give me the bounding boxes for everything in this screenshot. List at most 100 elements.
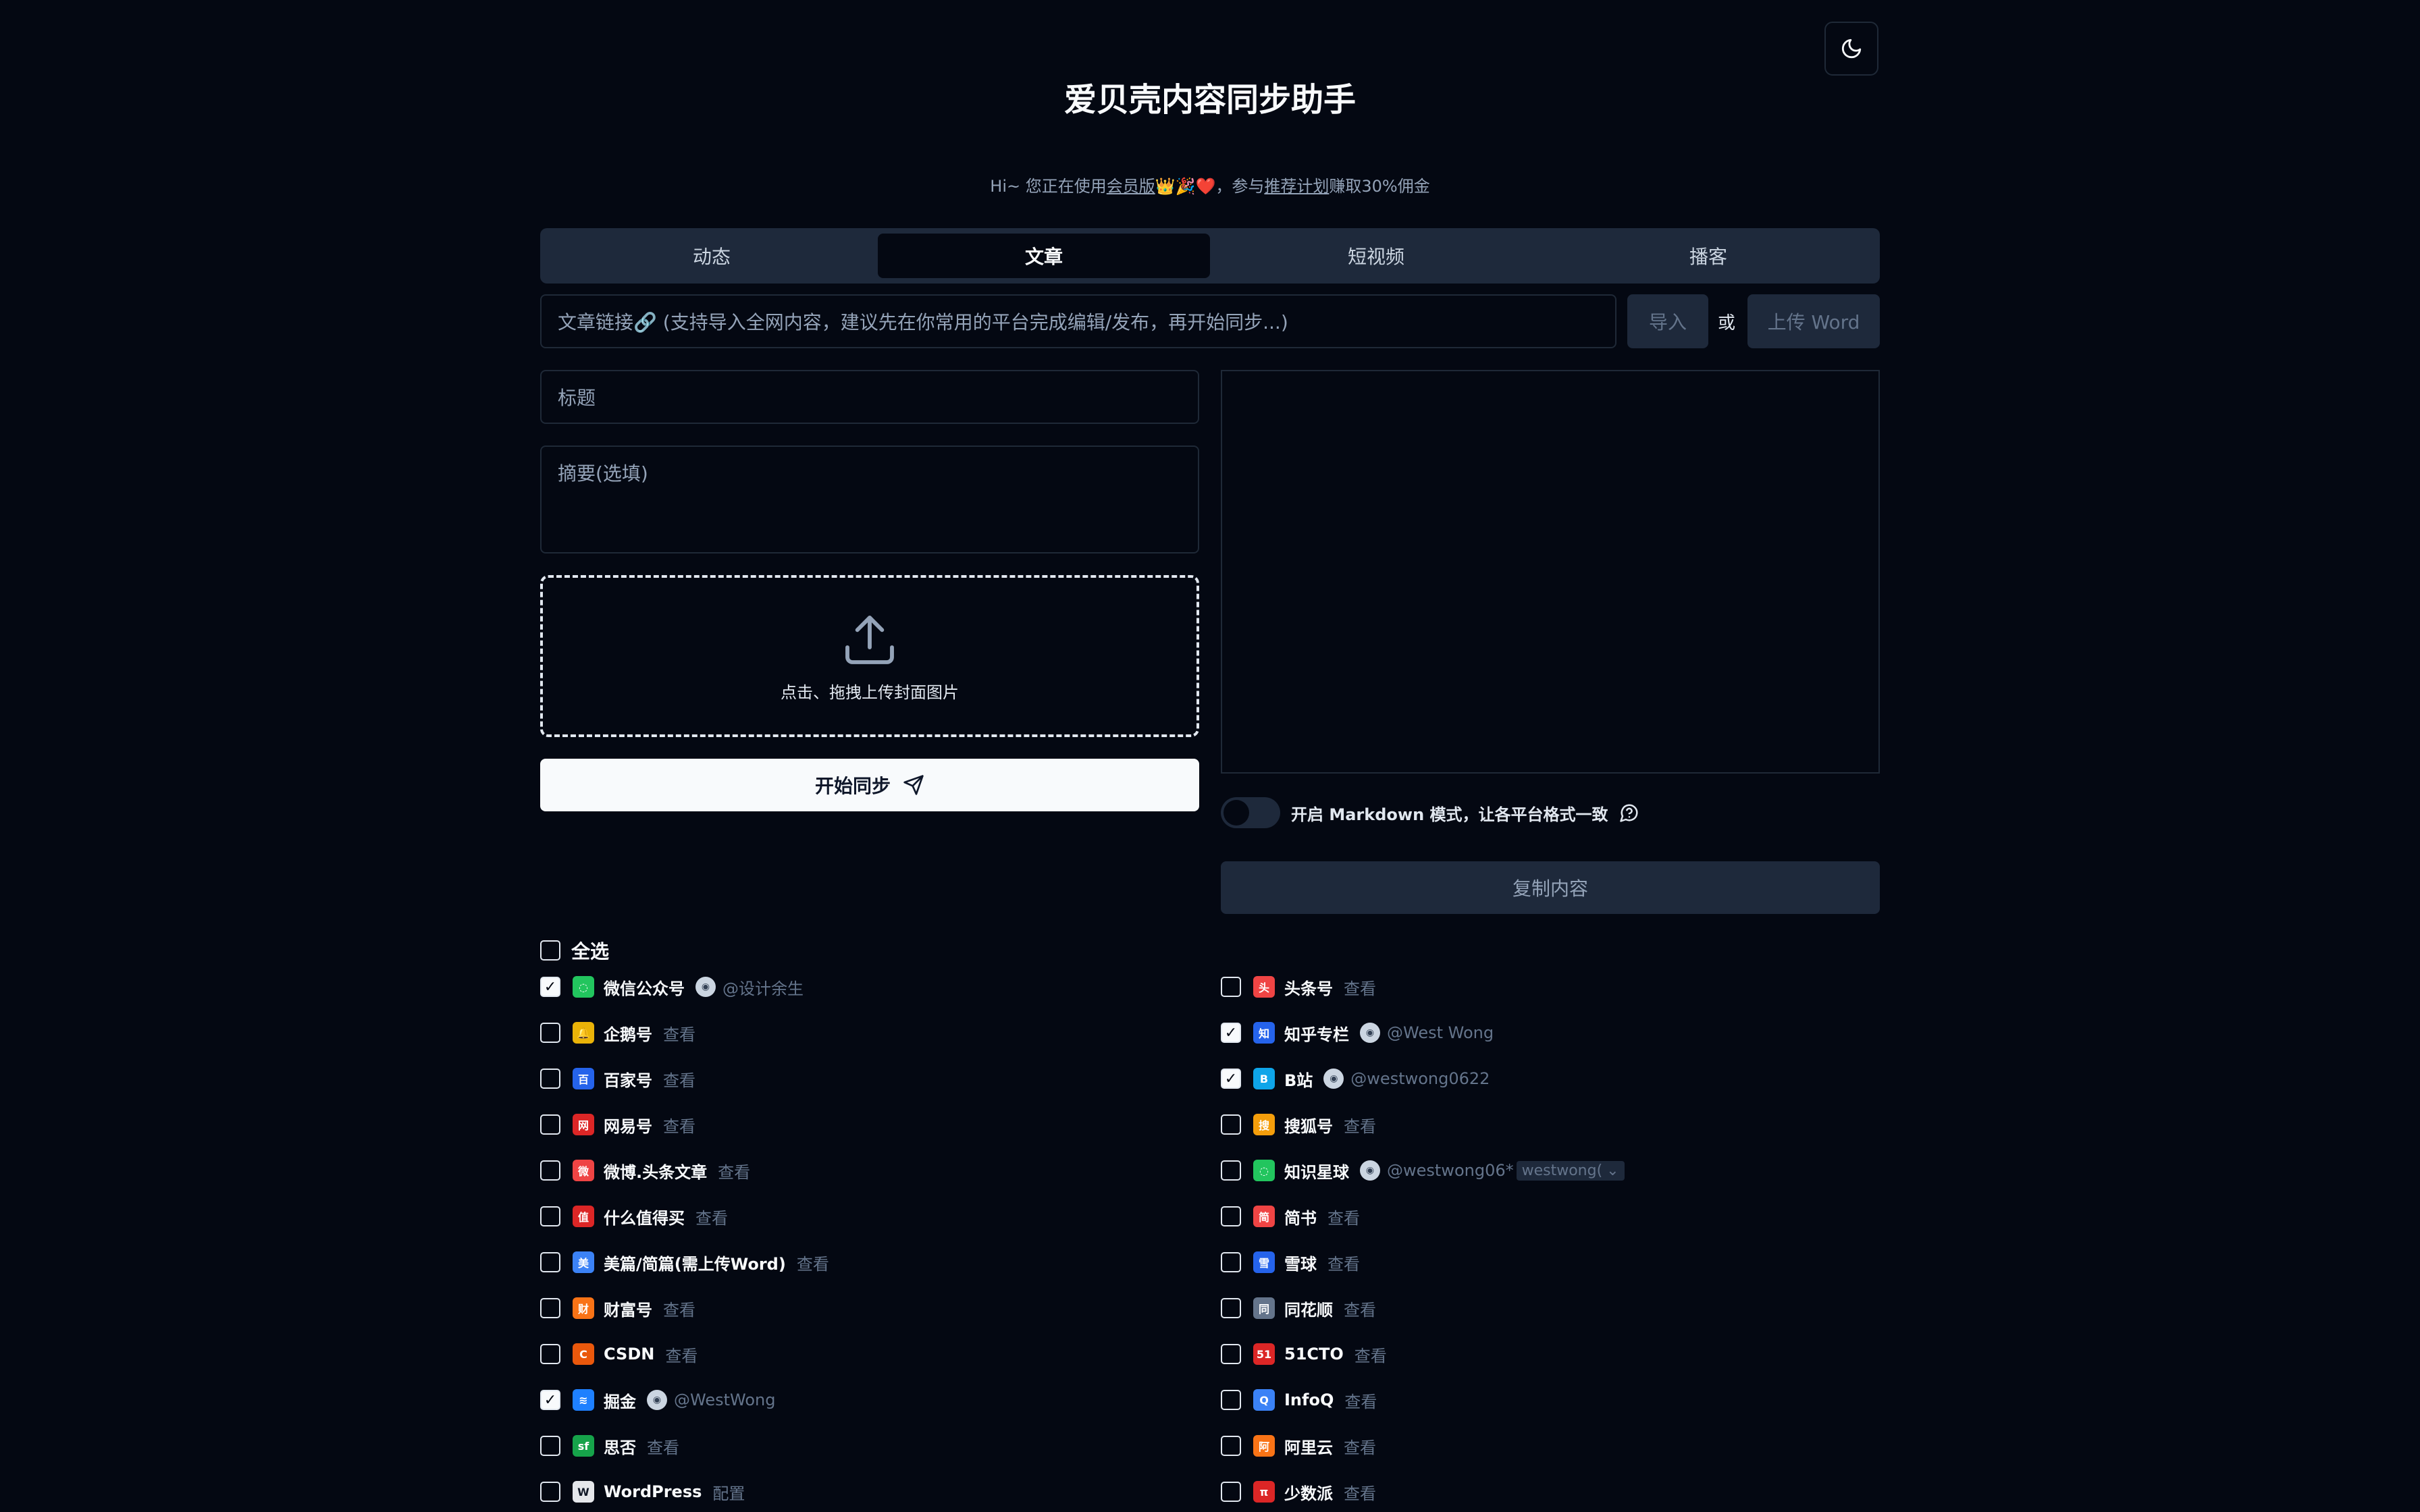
platform-checkbox[interactable] [1221, 1114, 1241, 1135]
article-url-input[interactable]: 文章链接🔗 (支持导入全网内容，建议先在你常用的平台完成编辑/发布，再开始同步.… [540, 294, 1616, 348]
platform-row[interactable]: 阿阿里云 查看 [1221, 1423, 1883, 1469]
platform-row[interactable]: ✓ 知知乎专栏 ◉ @West Wong [1221, 1010, 1883, 1056]
platform-checkbox[interactable] [540, 1069, 560, 1089]
platform-logo-icon: 值 [573, 1206, 594, 1227]
platform-row[interactable]: π 少数派 查看 [1221, 1469, 1883, 1512]
platform-checkbox[interactable] [1221, 1390, 1241, 1410]
platform-action-link[interactable]: 查看 [1327, 1205, 1360, 1228]
start-sync-button[interactable]: 开始同步 [540, 759, 1199, 811]
platform-action-link[interactable]: 查看 [1354, 1343, 1387, 1366]
tab-short-video[interactable]: 短视频 [1210, 234, 1542, 278]
cover-upload-dropzone[interactable]: 点击、拖拽上传封面图片 [540, 575, 1199, 737]
platform-row[interactable]: ◌ 知识星球 ◉ @westwong06* westwong(⌄ [1221, 1148, 1883, 1193]
content-type-tabs: 动态 文章 短视频 播客 [540, 228, 1880, 284]
platform-row[interactable]: C CSDN 查看 [540, 1331, 1202, 1377]
account-select[interactable]: westwong(⌄ [1516, 1160, 1625, 1181]
platform-action-link[interactable]: 查看 [797, 1251, 829, 1274]
platform-checkbox[interactable] [540, 1436, 560, 1456]
platform-row[interactable]: ✓ ◌ 微信公众号 ◉ @设计余生 [540, 964, 1202, 1010]
upload-word-button[interactable]: 上传 Word [1747, 294, 1880, 348]
platform-action-link[interactable]: 查看 [665, 1343, 698, 1366]
platform-row[interactable]: W WordPress 配置 [540, 1469, 1202, 1512]
platform-row[interactable]: 同同花顺 查看 [1221, 1285, 1883, 1331]
platform-row[interactable]: sf 思否 查看 [540, 1423, 1202, 1469]
theme-toggle-button[interactable] [1824, 22, 1878, 76]
tab-dynamic[interactable]: 动态 [546, 234, 878, 278]
platform-row[interactable]: 值什么值得买 查看 [540, 1193, 1202, 1239]
platform-action-link[interactable]: 查看 [647, 1434, 679, 1458]
platform-action-link[interactable]: 查看 [1344, 1388, 1377, 1412]
platform-checkbox[interactable] [1221, 1436, 1241, 1456]
platform-checkbox[interactable] [1221, 1252, 1241, 1272]
summary-textarea[interactable]: 摘要(选填) [540, 446, 1199, 554]
platform-row[interactable]: 网网易号 查看 [540, 1102, 1202, 1148]
platform-row[interactable]: 51 51CTO 查看 [1221, 1331, 1883, 1377]
page-title: 爱贝壳内容同步助手 [1063, 81, 1356, 119]
copy-content-button[interactable]: 复制内容 [1221, 861, 1880, 914]
platform-action-link[interactable]: 查看 [1344, 975, 1376, 999]
platform-logo-icon: ≋ [573, 1389, 594, 1411]
platform-name: 知识星球 [1284, 1162, 1349, 1182]
platform-checkbox[interactable] [1221, 1482, 1241, 1502]
platform-checkbox[interactable]: ✓ [1221, 1023, 1241, 1043]
platform-checkbox[interactable]: ✓ [1221, 1069, 1241, 1089]
platform-action-link[interactable]: 查看 [663, 1113, 695, 1137]
platform-checkbox[interactable] [540, 1114, 560, 1135]
platform-checkbox[interactable] [1221, 1206, 1241, 1226]
platform-logo-icon: Q [1253, 1389, 1275, 1411]
select-all-row[interactable]: 全选 [540, 937, 609, 964]
platform-row[interactable]: 财财富号 查看 [540, 1285, 1202, 1331]
platform-checkbox[interactable] [1221, 1344, 1241, 1364]
import-button[interactable]: 导入 [1627, 294, 1708, 348]
platform-action-link[interactable]: 查看 [1327, 1251, 1360, 1274]
platform-checkbox[interactable] [540, 1344, 560, 1364]
platform-row[interactable]: 雪雪球 查看 [1221, 1239, 1883, 1285]
banner-suffix: 赚取30%佣金 [1329, 177, 1430, 196]
platform-row[interactable]: 简简书 查看 [1221, 1193, 1883, 1239]
platform-action-link[interactable]: 查看 [1344, 1434, 1376, 1458]
platform-row[interactable]: 百百家号 查看 [540, 1056, 1202, 1102]
platform-checkbox[interactable] [540, 1252, 560, 1272]
platform-action-link[interactable]: 查看 [663, 1021, 695, 1045]
platform-row[interactable]: ✓ B B站 ◉ @westwong0622 [1221, 1056, 1883, 1102]
tab-podcast[interactable]: 播客 [1542, 234, 1874, 278]
platform-logo-icon: 财 [573, 1297, 594, 1319]
platform-checkbox[interactable] [540, 1206, 560, 1226]
platform-action-link[interactable]: 查看 [1344, 1297, 1376, 1320]
select-all-checkbox[interactable] [540, 940, 560, 961]
platform-action-link[interactable]: 查看 [1344, 1113, 1376, 1137]
platform-action-link[interactable]: 查看 [695, 1205, 728, 1228]
platform-row[interactable]: 美美篇/简篇(需上传Word) 查看 [540, 1239, 1202, 1285]
platform-name: 简书 [1284, 1208, 1317, 1228]
platform-row[interactable]: 搜搜狐号 查看 [1221, 1102, 1883, 1148]
platform-checkbox[interactable] [1221, 977, 1241, 997]
platform-action-link[interactable]: 配置 [712, 1480, 745, 1504]
platform-row[interactable]: ✓ ≋ 掘金 ◉ @WestWong [540, 1377, 1202, 1423]
title-input[interactable]: 标题 [540, 370, 1199, 424]
platform-checkbox[interactable] [540, 1023, 560, 1043]
platform-checkbox[interactable] [1221, 1298, 1241, 1318]
platform-row[interactable]: 头头条号 查看 [1221, 964, 1883, 1010]
help-chat-icon[interactable] [1619, 803, 1639, 823]
content-editor[interactable] [1221, 370, 1880, 774]
platform-action-link[interactable]: 查看 [663, 1297, 695, 1320]
account-avatar: ◉ [1323, 1069, 1344, 1089]
platform-row[interactable]: 🔔 企鹅号 查看 [540, 1010, 1202, 1056]
platform-checkbox[interactable]: ✓ [540, 1390, 560, 1410]
platform-action-link[interactable]: 查看 [663, 1067, 695, 1091]
platform-action-link[interactable]: 查看 [718, 1159, 750, 1183]
platform-checkbox[interactable] [540, 1298, 560, 1318]
platform-row[interactable]: Q InfoQ 查看 [1221, 1377, 1883, 1423]
platform-row[interactable]: 微微博.头条文章 查看 [540, 1148, 1202, 1193]
markdown-mode-switch[interactable] [1221, 797, 1280, 828]
account-avatar: ◉ [1360, 1160, 1380, 1181]
membership-link[interactable]: 会员版 [1107, 177, 1155, 196]
referral-link[interactable]: 推荐计划 [1264, 177, 1329, 196]
tab-article[interactable]: 文章 [878, 234, 1210, 278]
platform-checkbox[interactable] [540, 1160, 560, 1181]
platform-checkbox[interactable] [540, 1482, 560, 1502]
platform-name: 同花顺 [1284, 1300, 1333, 1320]
platform-checkbox[interactable] [1221, 1160, 1241, 1181]
platform-checkbox[interactable]: ✓ [540, 977, 560, 997]
platform-action-link[interactable]: 查看 [1344, 1480, 1376, 1504]
